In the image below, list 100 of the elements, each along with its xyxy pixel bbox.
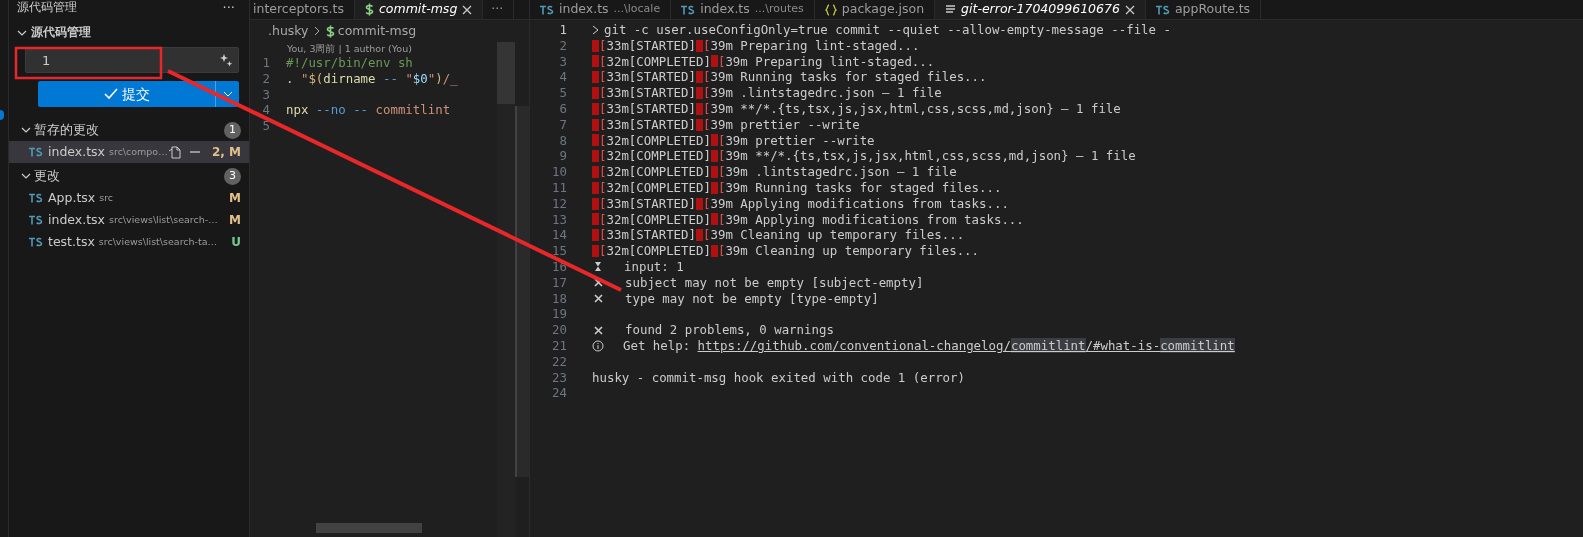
more-actions-button[interactable]: ··· — [483, 0, 515, 19]
log-text: 33m[STARTED] — [606, 37, 696, 54]
log-text: 39m Running tasks for staged files... — [710, 69, 987, 86]
escape-sequence: [ — [710, 179, 726, 196]
file-item[interactable]: test.tsx src\views\list\search-ta… U — [9, 231, 249, 253]
log-text: type may not be empty [type-empty] — [625, 290, 879, 307]
escape-sequence: [ — [696, 101, 711, 117]
line-number: 7 — [558, 116, 567, 133]
log-text: 39m Cleaning up temporary files... — [710, 227, 965, 244]
status-letter: U — [230, 234, 241, 251]
group-header[interactable]: 更改 — [34, 166, 61, 186]
sparkle-icon[interactable] — [219, 53, 233, 67]
line-number: 1 — [558, 22, 567, 38]
blame-annotation[interactable]: You, 3周前 | 1 author (You) — [250, 42, 497, 55]
escape-sequence: [ — [696, 227, 711, 244]
line-number: 23 — [551, 369, 567, 386]
log-text: 33m[STARTED] — [606, 101, 696, 117]
file-item[interactable]: App.tsx src M — [9, 187, 249, 209]
log-text: 33m[STARTED] — [606, 85, 696, 101]
breadcrumb-item[interactable]: commit-msg — [325, 21, 417, 41]
log-text: 39m Applying modifications from tasks... — [710, 195, 1009, 212]
close-icon[interactable] — [462, 4, 473, 15]
escape-sequence: [ — [710, 132, 726, 149]
log-text: 32m[COMPLETED] — [606, 132, 711, 149]
vertical-scrollbar[interactable] — [515, 106, 529, 477]
escape-sequence: [ — [710, 243, 726, 259]
typescript-icon — [29, 147, 43, 157]
status-letter: M — [228, 190, 241, 207]
escape-sequence: [ — [696, 37, 711, 54]
line-number: 14 — [551, 227, 567, 244]
editor-tab[interactable]: git-error-1704099610676 — [935, 0, 1146, 19]
code-line: . "$(dirname -- "$0")/_ — [286, 70, 458, 87]
group-header[interactable]: 暂存的更改 — [34, 120, 100, 140]
log-text: 39m **/*.{ts,tsx,js,jsx,html,css,scss,md,json} — 1 file — [710, 101, 1121, 117]
log-text: git -c user.useConfigOnly=true commit --quiet --allow-empty-message --file - — [604, 22, 1171, 38]
log-text: 39m prettier --write — [710, 116, 860, 133]
typescript-icon — [29, 215, 43, 225]
log-text: input: 1 — [624, 258, 684, 275]
chevron-icon[interactable] — [21, 171, 31, 181]
commit-button[interactable]: 提交 — [38, 81, 215, 107]
escape-sequence: [ — [592, 148, 607, 165]
breadcrumb-item[interactable]: .husky — [268, 21, 309, 41]
line-number: 3 — [558, 53, 567, 70]
more-actions-button[interactable]: ··· — [222, 0, 235, 18]
file-item[interactable]: index.tsx src\views\list\search-… M — [9, 209, 249, 231]
line-number: 24 — [551, 385, 567, 402]
editor-tab[interactable]: interceptors.ts — [250, 0, 355, 19]
log-text: 32m[COMPLETED] — [606, 243, 711, 259]
dollar-icon — [364, 3, 374, 16]
typescript-icon — [29, 237, 43, 247]
open-file-icon[interactable] — [167, 145, 182, 159]
count-badge: 3 — [224, 167, 241, 185]
status-letter: 2, M — [210, 144, 241, 161]
help-link[interactable]: https://github.com/conventional-changelog/commitlint/#what-is-commitlint — [697, 337, 1235, 354]
horizontal-scrollbar[interactable] — [316, 523, 422, 533]
line-number: 12 — [551, 195, 567, 212]
close-icon[interactable] — [1124, 4, 1135, 15]
escape-sequence: [ — [592, 179, 607, 196]
escape-sequence: [ — [592, 211, 607, 228]
escape-sequence: [ — [592, 227, 607, 244]
editor-tab[interactable]: commit-msg — [354, 0, 484, 19]
line-number: 1 — [261, 55, 270, 71]
line-number: 5 — [261, 118, 270, 134]
typescript-icon — [681, 4, 696, 15]
log-text: 33m[STARTED] — [606, 195, 696, 212]
escape-sequence: [ — [592, 37, 607, 54]
log-text: 33m[STARTED] — [606, 116, 696, 133]
commit-message-field[interactable]: 1 — [25, 47, 239, 73]
caret-icon — [223, 91, 232, 97]
sidebar-title: 源代码管理 — [17, 0, 77, 17]
log-text: 39m .lintstagedrc.json — 1 file — [725, 164, 957, 180]
status-letter: M — [228, 212, 241, 229]
escape-sequence: [ — [710, 148, 726, 165]
editor-tab[interactable]: index.ts ...\locale — [530, 0, 672, 19]
braces-icon — [824, 3, 837, 16]
editor-tab[interactable]: appRoute.ts — [1145, 0, 1262, 19]
file-item[interactable]: index.tsx src\compo… 2, M — [9, 141, 249, 163]
log-text: 39m .lintstagedrc.json — 1 file — [710, 85, 942, 101]
log-text: 39m **/*.{ts,tsx,js,jsx,html,css,scss,md,json} — 1 file — [725, 148, 1136, 165]
log-text: 39m Preparing lint-staged... — [710, 37, 920, 54]
escape-sequence: [ — [592, 164, 607, 180]
log-text: 32m[COMPLETED] — [606, 179, 711, 196]
line-number: 11 — [551, 179, 567, 196]
log-text: 39m Running tasks for staged files... — [725, 179, 1002, 196]
escape-sequence: [ — [710, 164, 726, 180]
info-icon — [592, 339, 604, 352]
line-number: 13 — [551, 211, 567, 228]
editor-tab[interactable]: index.ts ...\routes — [671, 0, 815, 19]
escape-sequence: [ — [592, 53, 607, 70]
section-header[interactable]: 源代码管理 — [31, 24, 91, 42]
chevron-icon[interactable] — [17, 28, 27, 38]
escape-sequence: [ — [696, 116, 711, 133]
cross-icon — [594, 325, 603, 335]
count-badge: 1 — [224, 121, 241, 139]
chevron-icon[interactable] — [21, 125, 31, 135]
log-text: Get help: — [623, 337, 692, 354]
line-number: 9 — [558, 148, 567, 165]
log-text: subject may not be empty [subject-empty] — [625, 274, 924, 291]
escape-sequence: [ — [592, 69, 607, 86]
cross-icon — [594, 278, 603, 288]
